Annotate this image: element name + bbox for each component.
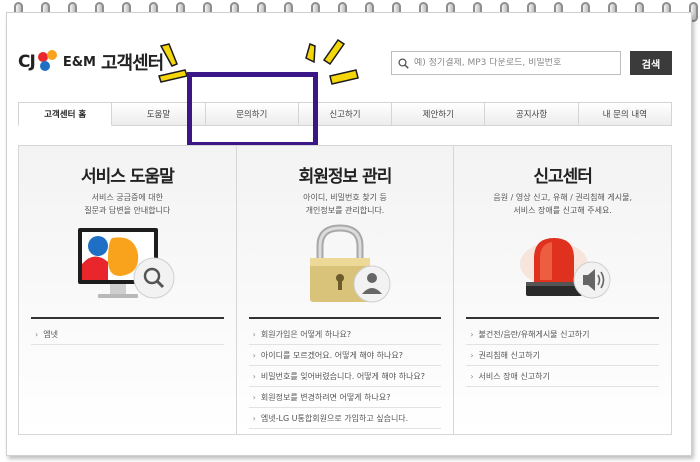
tab-notice[interactable]: 공지사항 — [485, 102, 579, 126]
search-button[interactable]: 검색 — [630, 51, 672, 75]
section-description: 음원 / 영상 신고, 유해 / 권리침해 게시물, 서비스 장애를 신고해 주… — [493, 193, 633, 215]
siren-speaker-icon[interactable] — [508, 224, 618, 308]
chevron-right-icon: › — [252, 329, 256, 339]
list-item[interactable]: › 서비스 장애 신고하기 — [466, 366, 660, 387]
chevron-right-icon: › — [470, 371, 474, 381]
burst-left-icon — [158, 43, 188, 83]
logo-em-text: E&M — [62, 54, 96, 70]
chevron-right-icon: › — [470, 350, 474, 360]
section-links: › 회원가입은 어떻게 하나요? › 아이디를 모르겠어요. 어떻게 해야 하나요?… — [248, 324, 442, 429]
search-box — [391, 51, 621, 75]
chevron-right-icon: › — [35, 329, 39, 339]
list-item[interactable]: › 엠넷 — [31, 324, 224, 345]
chevron-right-icon: › — [252, 392, 256, 402]
section-links: › 엠넷 — [31, 324, 224, 345]
chevron-right-icon: › — [252, 413, 256, 423]
monitor-search-icon[interactable] — [72, 224, 182, 308]
chevron-right-icon: › — [252, 371, 256, 381]
search-input[interactable] — [414, 58, 614, 68]
list-item[interactable]: › 회원정보를 변경하려면 어떻게 하나요? — [248, 387, 442, 408]
section-divider — [31, 317, 224, 319]
report-center-section: 신고센터 음원 / 영상 신고, 유해 / 권리침해 게시물, 서비스 장애를 … — [454, 146, 671, 434]
section-title[interactable]: 서비스 도움말 — [19, 162, 236, 187]
content-panel: 서비스 도움말 서비스 궁금증에 대한 질문과 답변을 안내합니다 › 엠넷 회원… — [18, 145, 672, 435]
section-divider — [248, 317, 442, 319]
main-nav: 고객센터 홈 도움말 문의하기 신고하기 제안하기 공지사항 내 문의 내역 — [18, 102, 672, 126]
member-info-section: 회원정보 관리 아이디, 비밀번호 찾기 등 개인정보를 관리합니다. › 회원가… — [237, 146, 455, 434]
search-icon — [398, 57, 409, 69]
section-title[interactable]: 회원정보 관리 — [237, 162, 454, 187]
chevron-right-icon: › — [470, 329, 474, 339]
highlight-annotation-box — [187, 72, 318, 147]
section-links: › 불건전/음란/유해게시물 신고하기 › 권리침해 신고하기 › 서비스 장애 신고… — [466, 324, 660, 387]
chevron-right-icon: › — [252, 350, 256, 360]
section-description: 서비스 궁금증에 대한 질문과 답변을 안내합니다 — [84, 193, 171, 215]
section-description: 아이디, 비밀번호 찾기 등 개인정보를 관리합니다. — [303, 193, 387, 215]
list-item[interactable]: › 불건전/음란/유해게시물 신고하기 — [466, 324, 660, 345]
list-item[interactable]: › 권리침해 신고하기 — [466, 345, 660, 366]
cj-logo-icon — [36, 50, 60, 74]
section-divider — [466, 317, 660, 319]
tab-my-inquiries[interactable]: 내 문의 내역 — [578, 102, 672, 126]
service-help-section: 서비스 도움말 서비스 궁금증에 대한 질문과 답변을 안내합니다 › 엠넷 — [19, 146, 237, 434]
tab-suggestion[interactable]: 제안하기 — [392, 102, 486, 126]
tab-home[interactable]: 고객센터 홈 — [18, 102, 113, 126]
padlock-user-icon[interactable] — [290, 224, 400, 308]
list-item[interactable]: › 아이디를 모르겠어요. 어떻게 해야 하나요? — [248, 345, 442, 366]
list-item[interactable]: › 엠넷-LG U통합회원으로 가입하고 싶습니다. — [248, 408, 442, 429]
cj-em-logo[interactable]: CJ E&M 고객센터 — [18, 44, 164, 80]
section-title[interactable]: 신고센터 — [454, 162, 671, 187]
logo-cj-text: CJ — [18, 52, 36, 72]
list-item[interactable]: › 비밀번호를 잊어버렸습니다. 어떻게 해야 하나요? — [248, 366, 442, 387]
list-item[interactable]: › 회원가입은 어떻게 하나요? — [248, 324, 442, 345]
logo-title: 고객센터 — [100, 53, 164, 74]
